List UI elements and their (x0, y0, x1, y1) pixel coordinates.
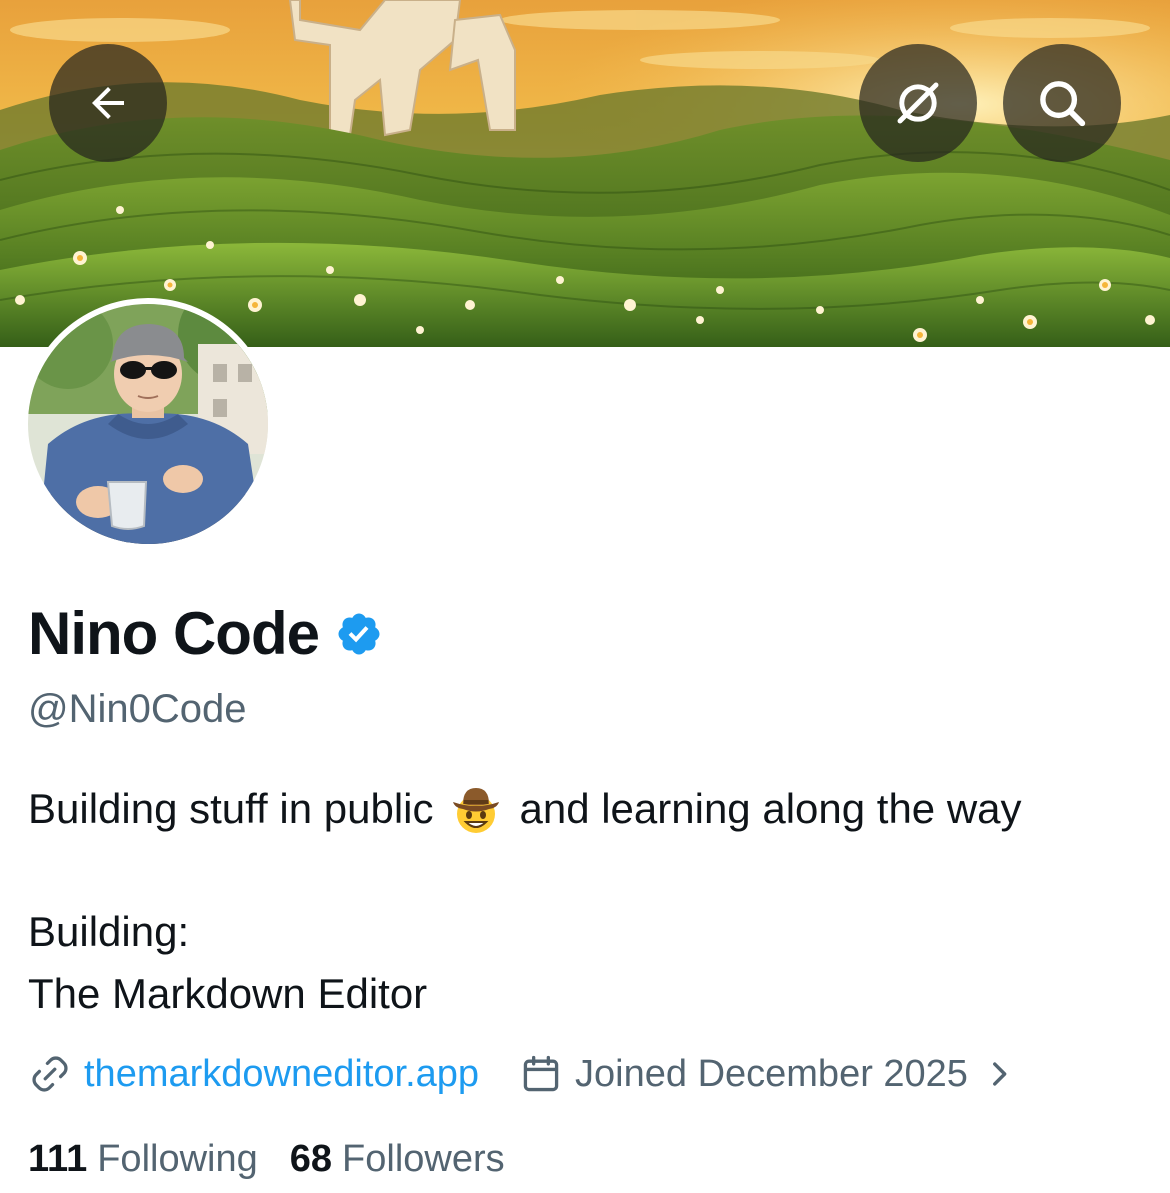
profile-avatar[interactable] (22, 298, 274, 550)
website-link[interactable]: themarkdowneditor.app (84, 1048, 479, 1100)
bio-text: The Markdown Editor (28, 970, 428, 1017)
display-name: Nino Code (28, 600, 320, 667)
profile-banner[interactable] (0, 0, 1170, 347)
grok-icon (897, 82, 939, 124)
followers-link[interactable]: 68 Followers (290, 1133, 505, 1185)
profile-handle: @Nin0Code (28, 687, 247, 731)
arrow-left-icon (92, 87, 124, 119)
link-icon (32, 1056, 68, 1092)
avatar-image (28, 304, 268, 544)
followers-count: 68 (289, 1138, 333, 1180)
profile-meta: themarkdowneditor.app Joined December 20… (28, 1048, 1016, 1100)
followers-label: Followers (342, 1138, 505, 1180)
search-button[interactable] (1003, 44, 1121, 162)
name-row: Nino Code (28, 596, 383, 672)
bio-text: Building: (28, 908, 190, 955)
chevron-right-icon (993, 1062, 1007, 1086)
following-count: 111 (28, 1138, 88, 1180)
search-icon (1040, 81, 1086, 127)
profile-bio: Building stuff in public and learning al… (28, 778, 1148, 1025)
calendar-icon (523, 1055, 559, 1092)
joined-text: Joined December 2025 (575, 1053, 968, 1095)
bio-text: Building stuff in public (28, 785, 434, 832)
verified-badge-icon[interactable] (335, 610, 383, 658)
follow-stats: 111 Following 68 Followers (28, 1133, 505, 1185)
back-button[interactable] (49, 44, 167, 162)
grok-button[interactable] (859, 44, 977, 162)
profile-page: Nino Code @Nin0Code Building stuff in pu… (0, 0, 1170, 1193)
banner-image (0, 0, 1170, 347)
bio-text: and learning along the way (519, 785, 1022, 832)
joined-date[interactable]: Joined December 2025 (519, 1048, 1016, 1100)
following-label: Following (97, 1138, 258, 1180)
cowboy-hat-face-icon (453, 788, 500, 833)
following-link[interactable]: 111 Following (28, 1133, 258, 1185)
